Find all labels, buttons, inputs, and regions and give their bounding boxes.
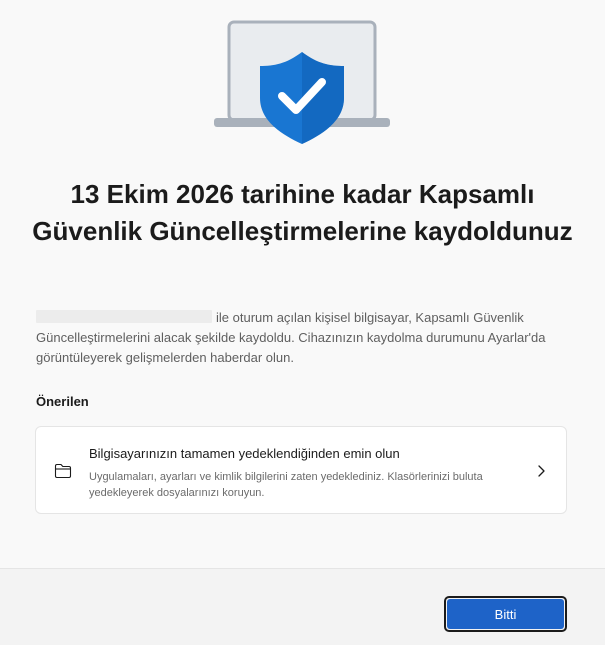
- redacted-account: [36, 310, 212, 323]
- enrollment-description: ile oturum açılan kişisel bilgisayar, Ka…: [36, 308, 571, 368]
- dialog-content: 13 Ekim 2026 tarihine kadar Kapsamlı Güv…: [0, 0, 605, 568]
- card-title: Bilgisayarınızın tamamen yedeklendiğinde…: [89, 446, 400, 461]
- dialog-footer: Bitti: [0, 568, 605, 645]
- done-button[interactable]: Bitti: [444, 596, 567, 632]
- backup-recommendation-card[interactable]: Bilgisayarınızın tamamen yedeklendiğinde…: [35, 426, 567, 514]
- folder-icon: [54, 463, 72, 479]
- laptop-shield-icon: [214, 20, 390, 144]
- enrollment-dialog: 13 Ekim 2026 tarihine kadar Kapsamlı Güv…: [0, 0, 605, 645]
- recommended-section-label: Önerilen: [36, 394, 89, 409]
- done-button-label: Bitti: [447, 599, 564, 629]
- chevron-right-icon: [538, 465, 545, 477]
- page-title: 13 Ekim 2026 tarihine kadar Kapsamlı Güv…: [32, 179, 573, 246]
- card-description: Uygulamaları, ayarları ve kimlik bilgile…: [89, 471, 483, 499]
